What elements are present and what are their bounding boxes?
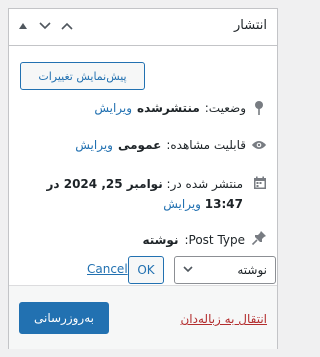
status-label: وضعیت: [204, 101, 246, 115]
visibility-edit-link[interactable]: ویرایش [75, 138, 113, 152]
post-type-cancel-link[interactable]: Cancel [87, 262, 128, 276]
move-up-icon[interactable] [59, 17, 75, 35]
status-edit-link[interactable]: ویرایش [94, 101, 132, 115]
panel-footer: انتقال به زباله‌دان به‌روزرسانی [9, 285, 277, 349]
toggle-panel-icon[interactable] [15, 17, 31, 35]
visibility-value: عمومی [117, 138, 162, 152]
post-type-value: نوشته [142, 232, 179, 247]
preview-changes-button[interactable]: پیش‌نمایش تغییرات [20, 62, 145, 90]
update-button[interactable]: به‌روزرسانی [19, 302, 109, 334]
published-date-row: منتشر شده در: نوامبر 25, 2024 در 13:47 و… [37, 174, 267, 214]
visibility-label: قابلیت مشاهده: [166, 138, 246, 152]
published-edit-link[interactable]: ویرایش [163, 197, 201, 211]
pin-icon [251, 100, 267, 116]
move-down-icon[interactable] [37, 17, 53, 35]
thumbtack-icon [251, 230, 267, 249]
panel-header: انتشار [9, 9, 277, 46]
visibility-row: قابلیت مشاهده: عمومی ویرایش [75, 137, 267, 153]
panel-header-controls [15, 17, 75, 35]
move-to-trash-link[interactable]: انتقال به زباله‌دان [180, 312, 267, 326]
status-row: وضعیت: منتشرشده ویرایش [94, 100, 267, 116]
post-type-select[interactable]: نوشته [174, 256, 276, 284]
post-type-ok-button[interactable]: OK [128, 256, 164, 284]
post-type-label: Post Type: [184, 232, 245, 247]
eye-icon [251, 137, 267, 153]
chevron-down-icon [183, 265, 193, 276]
post-type-row: Post Type: نوشته [142, 230, 267, 249]
panel-title: انتشار [234, 18, 267, 33]
published-label: منتشر شده در: [166, 177, 243, 191]
publish-panel: انتشار پیش‌نمایش تغییرات وضعیت: منتشرشده… [8, 8, 278, 349]
calendar-icon [253, 176, 267, 196]
post-type-select-value: نوشته [237, 263, 267, 277]
status-value: منتشرشده [137, 101, 200, 115]
